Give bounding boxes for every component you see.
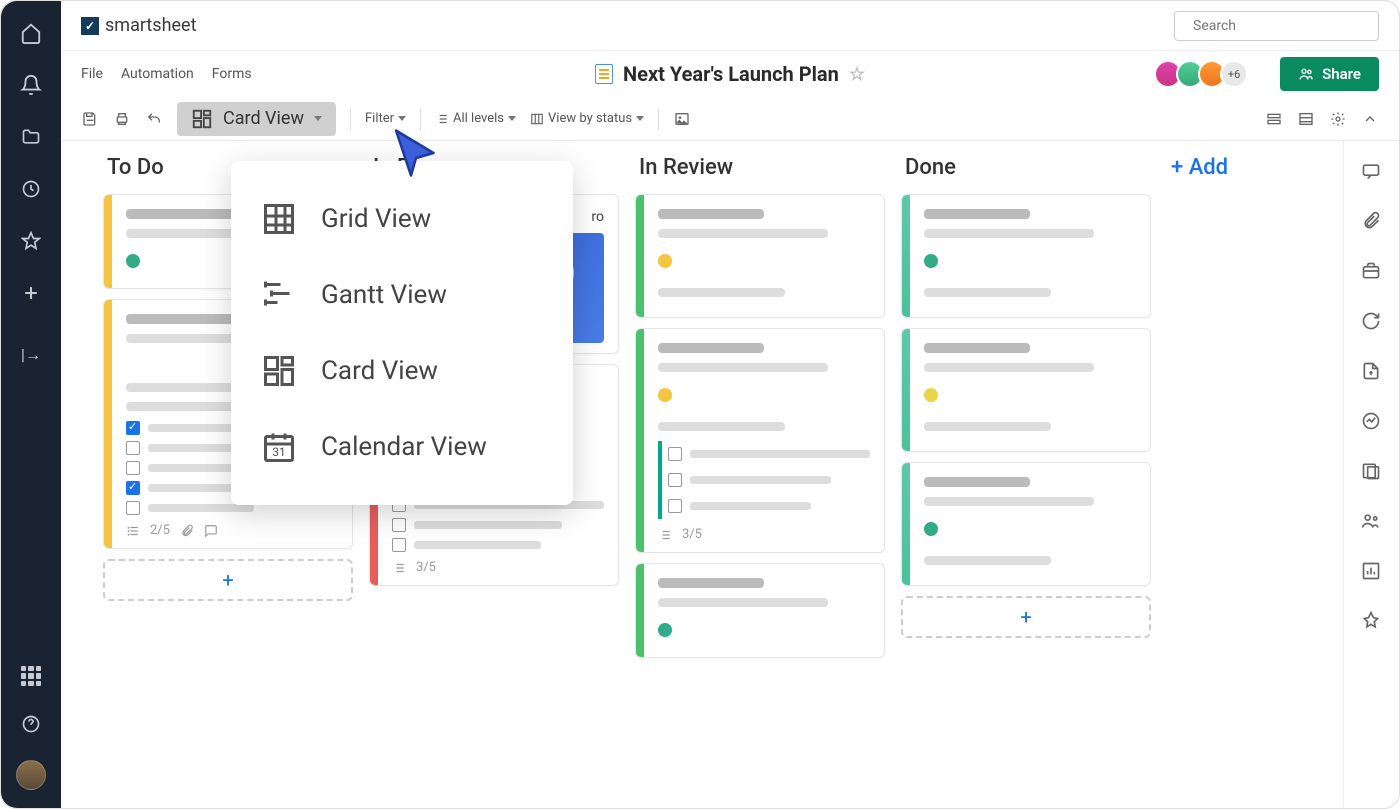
brand-name: smartsheet: [105, 15, 196, 36]
view-dropdown: Grid View Gantt View Card View 31 Calend…: [231, 161, 573, 505]
view-option-calendar[interactable]: 31 Calendar View: [231, 409, 573, 485]
row-icon[interactable]: [1297, 110, 1315, 128]
chevron-up-icon[interactable]: [1361, 110, 1379, 128]
card[interactable]: [635, 194, 885, 318]
column-done: Done: [895, 155, 1157, 808]
proof-icon[interactable]: [1361, 461, 1383, 483]
menu-automation[interactable]: Automation: [121, 66, 194, 82]
export-icon[interactable]: [1361, 361, 1383, 383]
card[interactable]: [901, 328, 1151, 452]
viewby-button[interactable]: View by status: [530, 111, 644, 126]
menu-forms[interactable]: Forms: [212, 66, 252, 82]
apps-icon[interactable]: [19, 664, 43, 688]
levels-button[interactable]: All levels: [435, 111, 516, 126]
undo-icon[interactable]: [145, 110, 163, 128]
checklist-icon: [658, 528, 672, 542]
view-label: Card View: [321, 356, 438, 386]
people-icon[interactable]: [1361, 511, 1383, 533]
doc-title: Next Year's Launch Plan ☆: [595, 62, 865, 86]
logo[interactable]: ✓ smartsheet: [81, 15, 196, 36]
folder-icon[interactable]: [19, 125, 43, 149]
add-card-button[interactable]: +: [901, 596, 1151, 638]
favorites-icon[interactable]: [19, 229, 43, 253]
secondbar: File Automation Forms Next Year's Launch…: [61, 51, 1399, 97]
card-view-icon: [191, 108, 213, 130]
svg-text:31: 31: [272, 445, 286, 459]
board-gutter: [61, 141, 91, 808]
calendar-icon: 31: [261, 429, 297, 465]
attachments-icon[interactable]: [1361, 211, 1383, 233]
cursor-pointer-icon: [386, 123, 446, 183]
column-title: In Review: [635, 155, 885, 180]
sheet-icon: [595, 64, 613, 84]
people-icon: [1298, 66, 1314, 82]
user-avatar[interactable]: [16, 760, 46, 790]
card-icon: [261, 353, 297, 389]
column-title: Done: [901, 155, 1151, 180]
grid-icon: [261, 201, 297, 237]
checklist-icon: [126, 524, 140, 538]
print-icon[interactable]: [113, 110, 131, 128]
search-input[interactable]: [1193, 18, 1371, 34]
columns-icon: [530, 112, 544, 126]
gantt-icon: [261, 277, 297, 313]
doc-title-text: Next Year's Launch Plan: [623, 62, 839, 86]
view-selector[interactable]: Card View: [177, 102, 336, 136]
image-icon[interactable]: [673, 110, 691, 128]
search-box[interactable]: [1174, 11, 1379, 41]
topbar: ✓ smartsheet: [61, 1, 1399, 51]
pin-icon[interactable]: [1361, 611, 1383, 633]
right-rail: [1343, 141, 1399, 808]
view-label: Calendar View: [321, 432, 487, 462]
comments-icon[interactable]: [1361, 161, 1383, 183]
toolbar: Card View Filter All levels View by stat…: [61, 97, 1399, 141]
refresh-icon[interactable]: [1361, 311, 1383, 333]
comment-icon: [204, 524, 218, 538]
checklist-count: 2/5: [150, 523, 170, 538]
view-option-card[interactable]: Card View: [231, 333, 573, 409]
add-column[interactable]: + Add: [1161, 155, 1281, 808]
collaborators: +6: [1160, 60, 1248, 88]
favorite-star-icon[interactable]: ☆: [849, 64, 865, 85]
checklist-count: 3/5: [416, 560, 436, 575]
view-label: Gantt View: [321, 280, 447, 310]
add-card-button[interactable]: +: [103, 559, 353, 601]
gear-icon[interactable]: [1329, 110, 1347, 128]
chart-icon[interactable]: [1361, 561, 1383, 583]
card[interactable]: [901, 462, 1151, 586]
bell-icon[interactable]: [19, 73, 43, 97]
expand-icon[interactable]: |→: [19, 343, 43, 367]
column-inreview: In Review: [629, 155, 891, 808]
save-icon[interactable]: [81, 110, 99, 128]
activity-icon[interactable]: [1361, 411, 1383, 433]
card[interactable]: [635, 563, 885, 658]
home-icon[interactable]: [19, 21, 43, 45]
view-option-gantt[interactable]: Gantt View: [231, 257, 573, 333]
view-option-grid[interactable]: Grid View: [231, 181, 573, 257]
add-icon[interactable]: [19, 281, 43, 305]
share-button[interactable]: Share: [1280, 57, 1379, 91]
avatar-more[interactable]: +6: [1220, 60, 1248, 88]
recent-icon[interactable]: [19, 177, 43, 201]
menu-file[interactable]: File: [81, 66, 103, 82]
card[interactable]: 3/5: [635, 328, 885, 553]
checklist-icon: [392, 561, 406, 575]
compact-icon[interactable]: [1265, 110, 1283, 128]
attachment-icon: [180, 524, 194, 538]
help-icon[interactable]: [19, 712, 43, 736]
view-label: Grid View: [321, 204, 431, 234]
logo-mark: ✓: [81, 17, 99, 35]
left-rail: |→: [1, 1, 61, 808]
chevron-down-icon: [314, 116, 322, 121]
share-label: Share: [1322, 65, 1361, 83]
briefcase-icon[interactable]: [1361, 261, 1383, 283]
current-view-label: Card View: [223, 108, 304, 129]
checklist-count: 3/5: [682, 527, 702, 542]
card[interactable]: [901, 194, 1151, 318]
